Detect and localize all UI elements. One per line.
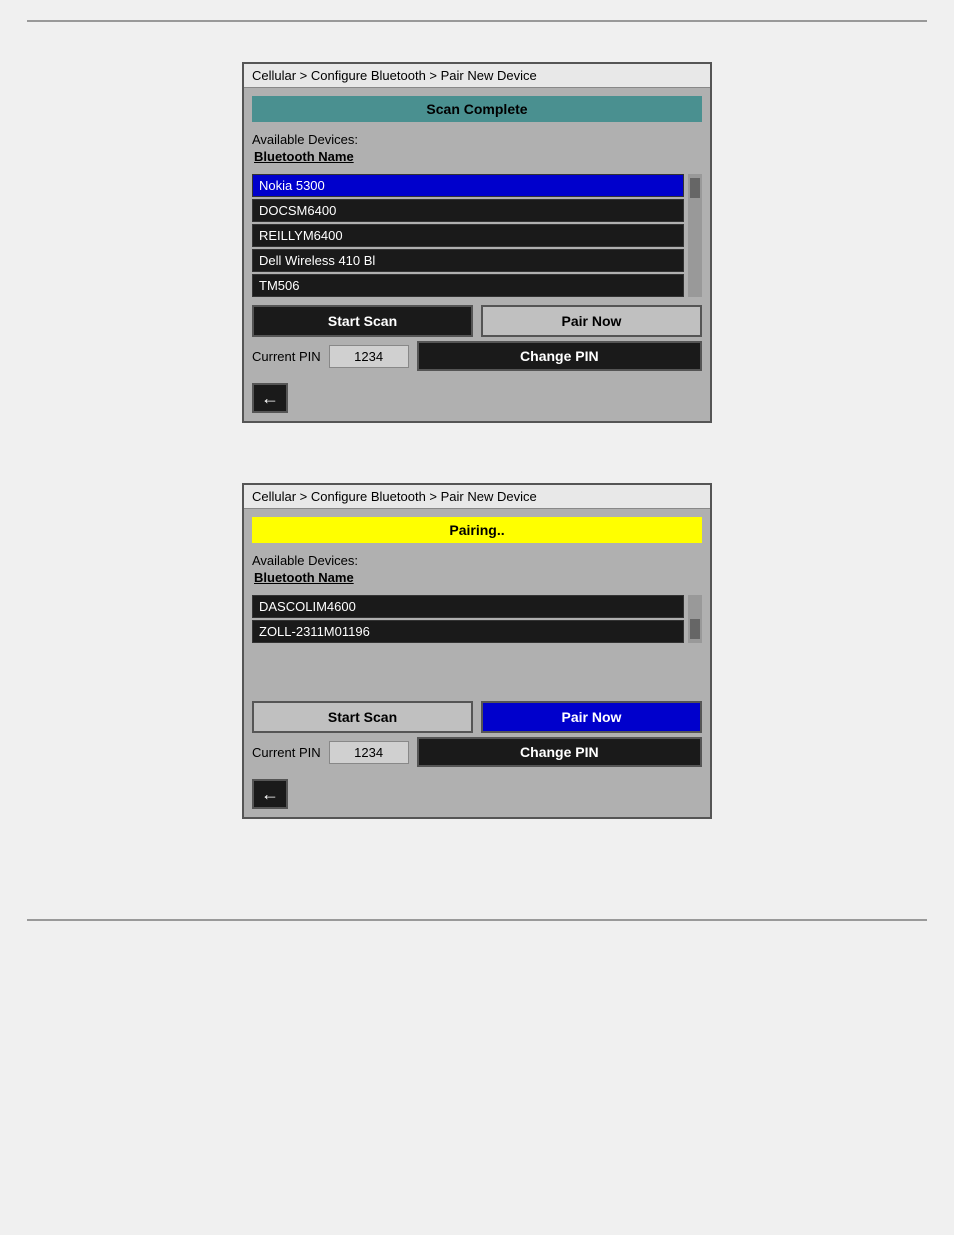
pin-input-2[interactable] (329, 741, 409, 764)
device-item-tm506[interactable]: TM506 (252, 274, 684, 297)
top-divider (27, 20, 927, 22)
pin-label-1: Current PIN (252, 349, 321, 364)
button-row-2: Start Scan Pair Now (252, 701, 702, 733)
device-list-area-1: Nokia 5300 DOCSM6400 REILLYM6400 Dell Wi… (252, 174, 702, 297)
back-button-2[interactable]: ← (252, 779, 288, 809)
pin-label-2: Current PIN (252, 745, 321, 760)
status-bar-1: Scan Complete (252, 96, 702, 122)
device-item-zoll[interactable]: ZOLL-2311M01196 (252, 620, 684, 643)
scrollbar-thumb-2 (690, 619, 700, 639)
back-button-1[interactable]: ← (252, 383, 288, 413)
pin-row-1: Current PIN Change PIN (252, 341, 702, 371)
device-item-dascolim[interactable]: DASCOLIM4600 (252, 595, 684, 618)
device-item-docsm[interactable]: DOCSM6400 (252, 199, 684, 222)
spacer-2 (244, 643, 710, 693)
scrollbar-thumb-1 (690, 178, 700, 198)
device-item-dell[interactable]: Dell Wireless 410 Bl (252, 249, 684, 272)
pair-now-button-2[interactable]: Pair Now (481, 701, 702, 733)
pin-row-2: Current PIN Change PIN (252, 737, 702, 767)
change-pin-button-2[interactable]: Change PIN (417, 737, 702, 767)
change-pin-button-1[interactable]: Change PIN (417, 341, 702, 371)
start-scan-button-2[interactable]: Start Scan (252, 701, 473, 733)
bluetooth-name-header-2: Bluetooth Name (252, 570, 702, 585)
button-row-1: Start Scan Pair Now (252, 305, 702, 337)
scrollbar-1[interactable] (688, 174, 702, 297)
device-list-1: Nokia 5300 DOCSM6400 REILLYM6400 Dell Wi… (252, 174, 684, 297)
device-list-2: DASCOLIM4600 ZOLL-2311M01196 (252, 595, 684, 643)
bluetooth-name-header-1: Bluetooth Name (252, 149, 702, 164)
bottom-divider (27, 919, 927, 921)
device-list-area-2: DASCOLIM4600 ZOLL-2311M01196 (252, 595, 702, 643)
available-label-1: Available Devices: (252, 132, 702, 147)
scrollbar-2[interactable] (688, 595, 702, 643)
pair-now-button-1[interactable]: Pair Now (481, 305, 702, 337)
pin-input-1[interactable] (329, 345, 409, 368)
panel2-content: Available Devices: Bluetooth Name (244, 547, 710, 595)
status-bar-2: Pairing.. (252, 517, 702, 543)
device-item-nokia[interactable]: Nokia 5300 (252, 174, 684, 197)
breadcrumb-2: Cellular > Configure Bluetooth > Pair Ne… (244, 485, 710, 509)
panel-scan-complete: Cellular > Configure Bluetooth > Pair Ne… (242, 62, 712, 423)
panel1-content: Available Devices: Bluetooth Name (244, 126, 710, 174)
page-container: Cellular > Configure Bluetooth > Pair Ne… (0, 0, 954, 1235)
available-label-2: Available Devices: (252, 553, 702, 568)
device-item-reilly[interactable]: REILLYM6400 (252, 224, 684, 247)
panel-pairing: Cellular > Configure Bluetooth > Pair Ne… (242, 483, 712, 819)
breadcrumb-1: Cellular > Configure Bluetooth > Pair Ne… (244, 64, 710, 88)
start-scan-button-1[interactable]: Start Scan (252, 305, 473, 337)
